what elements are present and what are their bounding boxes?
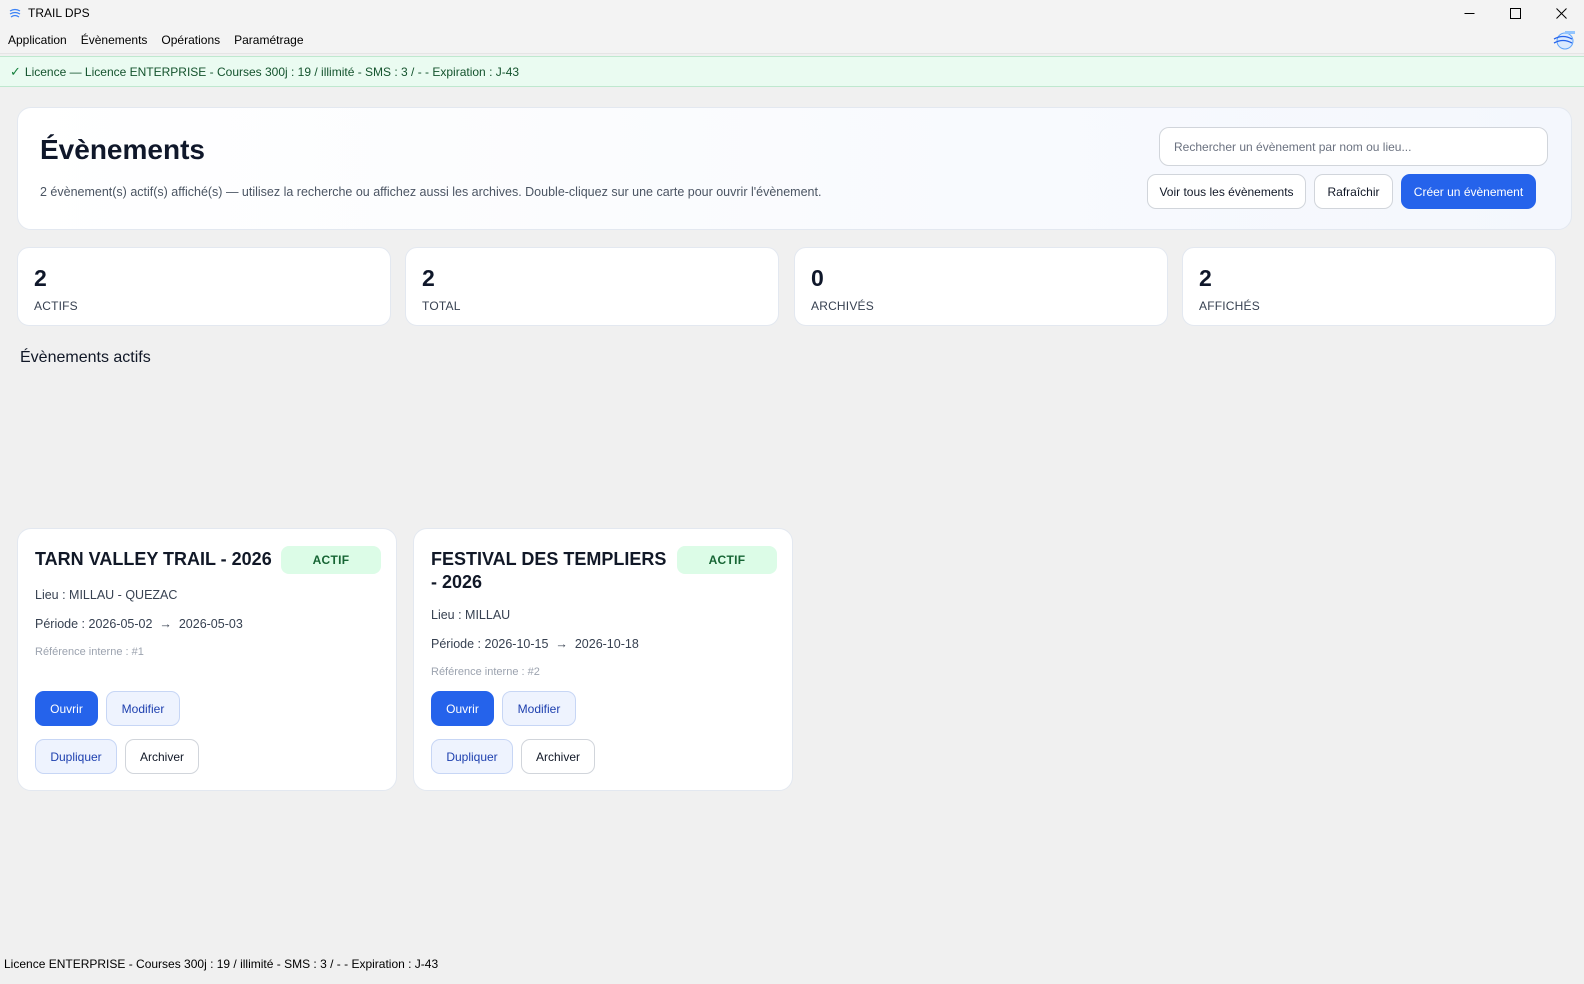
close-button[interactable] (1538, 0, 1584, 26)
stat-value: 2 (422, 265, 435, 291)
close-icon (1555, 7, 1567, 19)
event-card[interactable]: FESTIVAL DES TEMPLIERS - 2026 ACTIF Lieu… (413, 528, 793, 791)
edit-event-button[interactable]: Modifier (106, 691, 180, 726)
status-bar-text: Licence ENTERPRISE - Courses 300j : 19 /… (4, 957, 439, 971)
page-title: Évènements (40, 134, 205, 165)
event-period: Période : 2026-10-15 → 2026-10-18 (431, 637, 639, 651)
search-input[interactable] (1159, 127, 1548, 166)
menu-application[interactable]: Application (8, 33, 67, 47)
menu-bar: Application Évènements Opérations Paramé… (0, 26, 1584, 54)
stat-value: 2 (1199, 265, 1212, 291)
duplicate-event-button[interactable]: Dupliquer (431, 739, 513, 774)
stat-card-actifs: 2 ACTIFS (17, 247, 391, 326)
status-badge: ACTIF (281, 546, 381, 574)
show-all-events-button[interactable]: Voir tous les évènements (1147, 174, 1306, 209)
stat-label: TOTAL (422, 299, 461, 313)
app-icon (8, 6, 22, 20)
open-event-button[interactable]: Ouvrir (431, 691, 494, 726)
event-title: FESTIVAL DES TEMPLIERS - 2026 (431, 549, 667, 592)
stat-label: ACTIFS (34, 299, 78, 313)
open-event-button[interactable]: Ouvrir (35, 691, 98, 726)
duplicate-event-button[interactable]: Dupliquer (35, 739, 117, 774)
minimize-button[interactable] (1446, 0, 1492, 26)
archive-event-button[interactable]: Archiver (125, 739, 199, 774)
maximize-icon (1509, 7, 1521, 19)
status-badge: ACTIF (677, 546, 777, 574)
stat-value: 2 (34, 265, 47, 291)
stat-label: ARCHIVÉS (811, 299, 874, 313)
license-banner: ✓ Licence — Licence ENTERPRISE - Courses… (0, 56, 1584, 87)
title-bar: TRAIL DPS (0, 0, 1584, 26)
event-location: Lieu : MILLAU - QUEZAC (35, 588, 178, 602)
menu-parametrage[interactable]: Paramétrage (234, 33, 303, 47)
archive-event-button[interactable]: Archiver (521, 739, 595, 774)
minimize-icon (1464, 12, 1474, 14)
section-title: Évènements actifs (20, 349, 151, 366)
stat-card-affiches: 2 AFFICHÉS (1182, 247, 1556, 326)
page-subtitle: 2 évènement(s) actif(s) affiché(s) — uti… (40, 185, 822, 199)
event-reference: Référence interne : #2 (431, 666, 540, 678)
event-period: Période : 2026-05-02 → 2026-05-03 (35, 617, 243, 631)
refresh-button[interactable]: Rafraîchir (1314, 174, 1393, 209)
app-logo-icon (1550, 29, 1576, 51)
stat-value: 0 (811, 265, 824, 291)
license-text: Licence — Licence ENTERPRISE - Courses 3… (24, 64, 520, 79)
edit-event-button[interactable]: Modifier (502, 691, 576, 726)
window-title: TRAIL DPS (28, 6, 90, 20)
stat-card-total: 2 TOTAL (405, 247, 779, 326)
menu-evenements[interactable]: Évènements (81, 33, 148, 47)
create-event-button[interactable]: Créer un évènement (1401, 174, 1536, 209)
event-card[interactable]: TARN VALLEY TRAIL - 2026 ACTIF Lieu : MI… (17, 528, 397, 791)
stat-label: AFFICHÉS (1199, 299, 1260, 313)
event-location: Lieu : MILLAU (431, 608, 511, 622)
window-controls (1446, 0, 1584, 26)
event-title: TARN VALLEY TRAIL - 2026 (35, 549, 272, 569)
menu-operations[interactable]: Opérations (161, 33, 220, 47)
event-reference: Référence interne : #1 (35, 646, 144, 658)
maximize-button[interactable] (1492, 0, 1538, 26)
stat-card-archives: 0 ARCHIVÉS (794, 247, 1168, 326)
header-card: Évènements 2 évènement(s) actif(s) affic… (17, 107, 1572, 230)
check-icon: ✓ (10, 63, 21, 79)
